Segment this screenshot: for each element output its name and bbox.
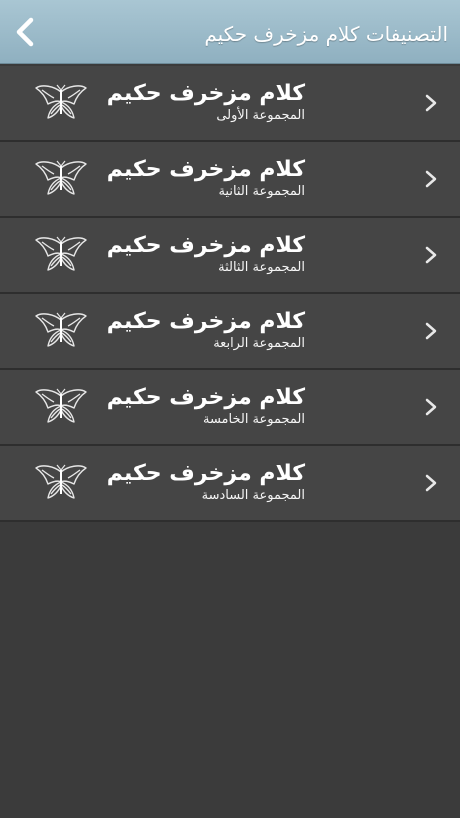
butterfly-icon: [35, 84, 87, 119]
list-item-subtitle: المجموعة السادسة: [201, 488, 305, 503]
butterfly-icon: [35, 388, 87, 423]
list-item[interactable]: كلام مزخرف حكيم المجموعة الأولى: [0, 66, 460, 142]
butterfly-icon: [35, 160, 87, 195]
list-item-title: كلام مزخرف حكيم: [106, 385, 305, 410]
list-item-title: كلام مزخرف حكيم: [106, 461, 305, 486]
list-item-subtitle: المجموعة الخامسة: [202, 412, 305, 427]
list-item-subtitle: المجموعة الرابعة: [213, 336, 305, 351]
page-title: التصنيفات كلام مزخرف حكيم: [204, 22, 448, 46]
chevron-right-icon: [425, 246, 437, 264]
list-item-subtitle: المجموعة الثالثة: [218, 260, 305, 275]
list-item-subtitle: المجموعة الثانية: [218, 184, 305, 199]
butterfly-icon: [35, 236, 87, 271]
list-item[interactable]: كلام مزخرف حكيم المجموعة الثانية: [0, 142, 460, 218]
list-item[interactable]: كلام مزخرف حكيم المجموعة السادسة: [0, 446, 460, 522]
chevron-right-icon: [425, 322, 437, 340]
list-item[interactable]: كلام مزخرف حكيم المجموعة الرابعة: [0, 294, 460, 370]
navigation-bar: التصنيفات كلام مزخرف حكيم: [0, 0, 460, 64]
list-item-title: كلام مزخرف حكيم: [106, 157, 305, 182]
chevron-right-icon: [425, 94, 437, 112]
category-list: كلام مزخرف حكيم المجموعة الأولى كلام مزخ…: [0, 66, 460, 522]
chevron-right-icon: [425, 474, 437, 492]
butterfly-icon: [35, 312, 87, 347]
list-item[interactable]: كلام مزخرف حكيم المجموعة الخامسة: [0, 370, 460, 446]
chevron-left-icon: [16, 17, 34, 47]
list-item[interactable]: كلام مزخرف حكيم المجموعة الثالثة: [0, 218, 460, 294]
chevron-right-icon: [425, 398, 437, 416]
list-item-subtitle: المجموعة الأولى: [216, 108, 305, 123]
list-item-title: كلام مزخرف حكيم: [106, 233, 305, 258]
list-item-title: كلام مزخرف حكيم: [106, 81, 305, 106]
butterfly-icon: [35, 464, 87, 499]
list-item-title: كلام مزخرف حكيم: [106, 309, 305, 334]
chevron-right-icon: [425, 170, 437, 188]
